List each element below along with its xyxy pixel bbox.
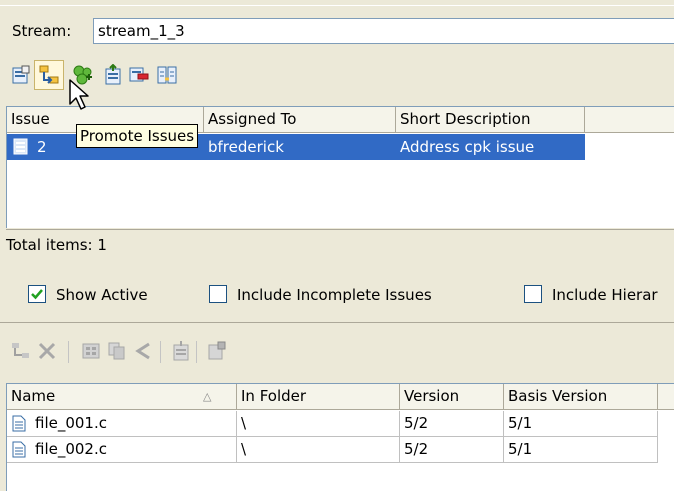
send-to-issue-icon[interactable] [170,340,192,362]
grid-line [236,411,237,463]
toolbar-separator [160,341,161,363]
issue-icon [13,138,29,155]
remove-icon[interactable] [128,64,150,86]
column-header-short-description[interactable]: Short Description [396,107,585,133]
stream-field[interactable]: stream_1_3 [93,18,674,44]
grid-line [503,411,504,463]
file-folder: \ [241,414,247,432]
include-incomplete-label: Include Incomplete Issues [237,286,432,304]
file-basis-version: 5/1 [508,440,533,458]
sort-ascending-icon: △ [203,390,212,403]
column-header-assigned-to[interactable]: Assigned To [204,107,396,133]
file-folder: \ [241,440,247,458]
toolbar-separator [196,341,197,363]
file-table[interactable]: Name △ In Folder Version Basis Version f… [6,383,674,491]
diff-icon[interactable] [132,340,154,362]
file-icon [12,441,26,458]
issue-properties-icon[interactable] [10,64,32,86]
show-active-checkbox[interactable] [28,285,46,303]
total-items-label: Total items: 1 [6,236,107,254]
file-version: 5/2 [404,414,429,432]
column-name-label: Name [11,387,56,405]
file-version: 5/2 [404,440,429,458]
grid-line [399,411,400,463]
short-description: Address cpk issue [400,138,535,156]
column-header-filler [585,107,674,133]
column-header-version[interactable]: Version [400,384,504,410]
history-icon[interactable] [80,340,102,362]
promote-issues-icon[interactable] [38,64,60,86]
column-header-basis-version[interactable]: Basis Version [504,384,658,410]
column-header-in-folder[interactable]: In Folder [237,384,400,410]
divider [6,229,674,230]
mouse-cursor-icon [68,78,92,114]
include-incomplete-checkbox[interactable] [209,285,227,303]
show-active-label: Show Active [56,286,148,304]
column-header-name[interactable]: Name △ [7,384,237,410]
divider [0,322,674,323]
send-to-issue-icon[interactable] [102,64,124,86]
file-name: file_001.c [35,414,107,432]
tooltip: Promote Issues [76,124,199,148]
compare-icon[interactable] [156,64,178,86]
file-icon [12,415,26,432]
table-row[interactable]: file_001.c \ 5/2 5/1 [7,411,658,437]
assigned-to: bfrederick [208,138,284,156]
file-name: file_002.c [35,440,107,458]
file-basis-version: 5/1 [508,414,533,432]
toolbar-separator [68,341,69,363]
column-header-filler [658,384,674,410]
grid-line [657,411,658,463]
copy-icon[interactable] [106,340,128,362]
include-hierarchy-label: Include Hierar [552,286,658,304]
table-row[interactable]: file_002.c \ 5/2 5/1 [7,437,658,463]
include-hierarchy-checkbox[interactable] [524,285,542,303]
promote-files-icon[interactable] [10,340,32,362]
stream-label: Stream: [12,22,72,40]
properties-icon[interactable] [206,340,228,362]
delete-icon[interactable] [36,340,58,362]
top-border [0,0,674,6]
